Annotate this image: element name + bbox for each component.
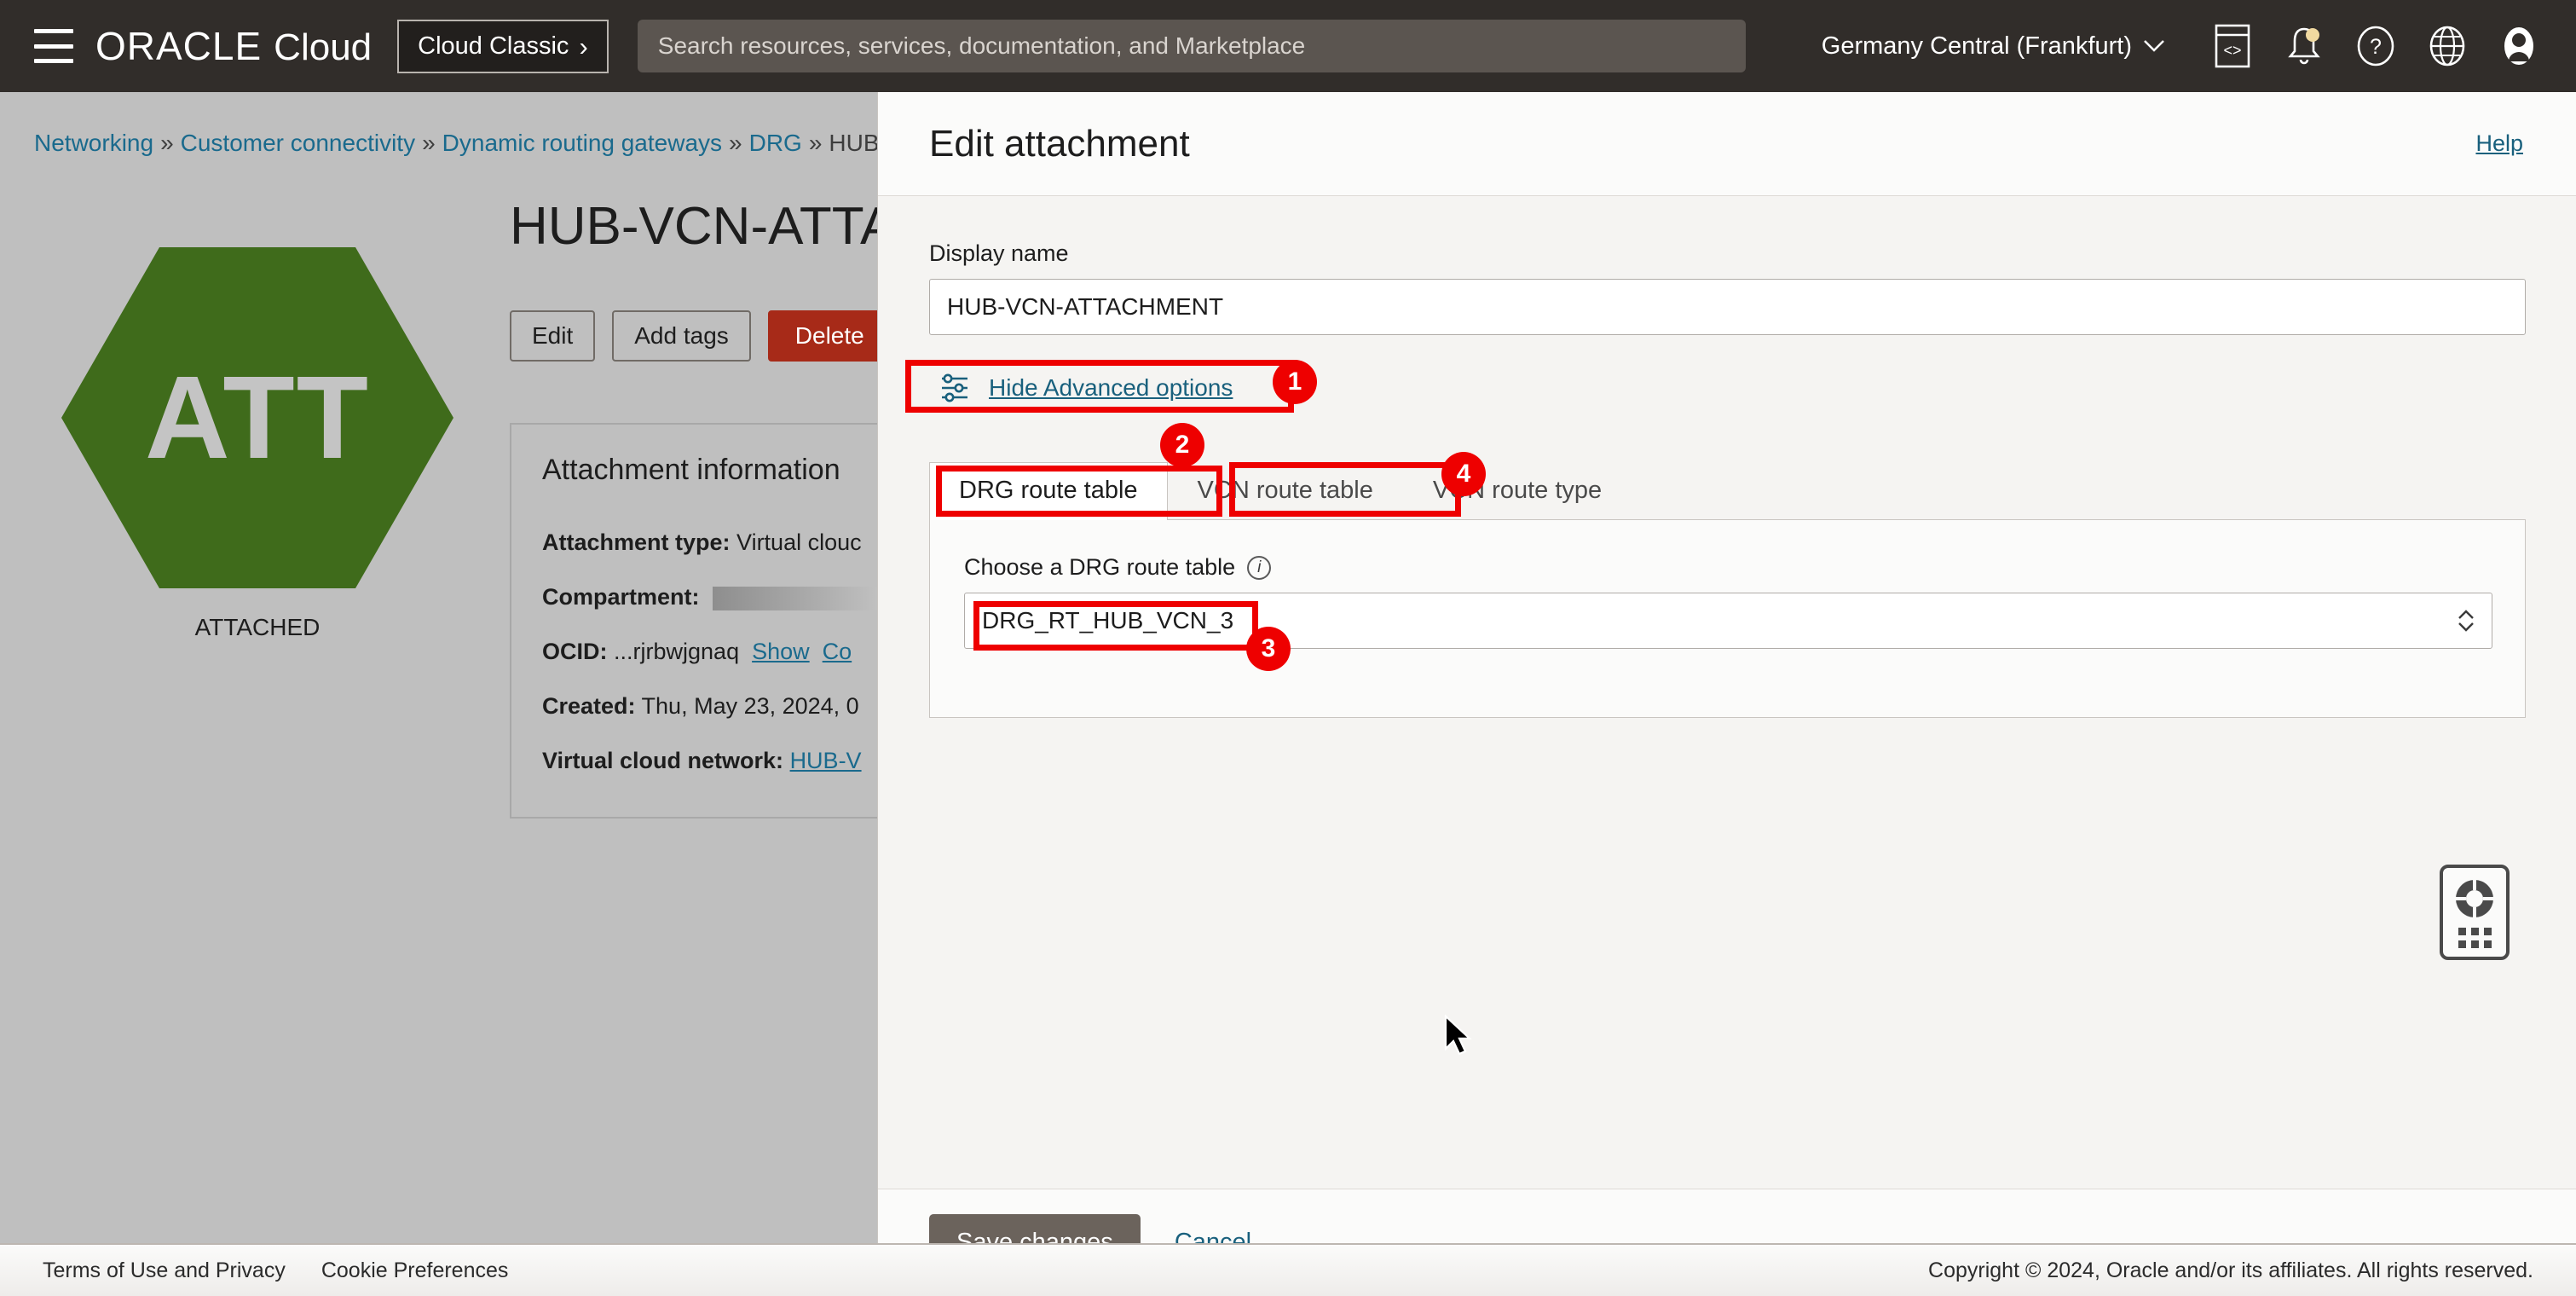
tab-drg-route-table[interactable]: DRG route table <box>929 462 1168 520</box>
display-name-label: Display name <box>929 240 1069 266</box>
panel-header: Edit attachment Help <box>878 92 2576 196</box>
terms-of-use-link[interactable]: Terms of Use and Privacy <box>43 1258 286 1283</box>
hexagon-icon: ATT <box>61 247 453 588</box>
info-value: Thu, May 23, 2024, 0 <box>641 693 859 719</box>
page-action-buttons: Edit Add tags Delete <box>510 310 892 362</box>
panel-title: Edit attachment <box>929 122 1190 165</box>
hamburger-menu-icon[interactable] <box>34 29 73 63</box>
breadcrumb-item-customer-connectivity[interactable]: Customer connectivity <box>181 130 415 156</box>
drag-handle-dots-icon[interactable] <box>2458 928 2492 948</box>
notifications-bell-icon[interactable] <box>2281 23 2327 69</box>
svg-text:<>: <> <box>2223 42 2241 59</box>
edit-attachment-panel: Edit attachment Help Display name Hide A… <box>877 92 2576 1296</box>
choose-label-text: Choose a DRG route table <box>964 554 1236 580</box>
search-placeholder-text: Search resources, services, documentatio… <box>657 32 1306 59</box>
edit-button[interactable]: Edit <box>510 310 596 362</box>
breadcrumb-separator: » <box>729 130 742 156</box>
choose-drg-route-table-label: Choose a DRG route table i <box>964 554 2491 581</box>
top-navigation-bar: ORACLE Cloud Cloud Classic › Search reso… <box>0 0 2576 92</box>
page-title: HUB-VCN-ATTAC <box>510 197 934 256</box>
info-label: Compartment: <box>542 584 700 610</box>
svg-text:?: ? <box>2370 35 2382 59</box>
drg-route-table-selected-value: DRG_RT_HUB_VCN_3 <box>982 607 1234 634</box>
drg-route-table-tab-panel: Choose a DRG route table i DRG_RT_HUB_VC… <box>929 520 2526 718</box>
region-selector[interactable]: Germany Central (Frankfurt) <box>1822 32 2165 61</box>
hexagon-label: ATT <box>144 351 370 483</box>
breadcrumb-item-current: HUB <box>829 130 880 156</box>
route-table-tabs: DRG route table VCN route table VCN rout… <box>929 461 2526 520</box>
cloud-classic-button[interactable]: Cloud Classic › <box>397 19 609 73</box>
info-label: Virtual cloud network: <box>542 748 784 773</box>
status-badge: ATTACHED <box>194 614 321 640</box>
breadcrumb-item-networking[interactable]: Networking <box>34 130 153 156</box>
tab-vcn-route-table[interactable]: VCN route table <box>1168 462 1403 520</box>
oracle-cloud-logo[interactable]: ORACLE Cloud <box>95 23 372 69</box>
breadcrumb-item-drg[interactable]: DRG <box>749 130 802 156</box>
info-value: Virtual clouc <box>736 529 862 555</box>
sliders-icon <box>942 373 967 402</box>
cookie-preferences-link[interactable]: Cookie Preferences <box>321 1258 509 1283</box>
delete-button[interactable]: Delete <box>767 310 892 362</box>
drg-route-table-select[interactable]: DRG_RT_HUB_VCN_3 <box>964 593 2492 649</box>
tab-vcn-route-type[interactable]: VCN route type <box>1403 462 1632 520</box>
region-label: Germany Central (Frankfurt) <box>1821 32 2132 60</box>
help-question-icon[interactable]: ? <box>2353 23 2399 69</box>
info-label: OCID: <box>542 639 608 664</box>
drg-route-table-select-wrapper: DRG_RT_HUB_VCN_3 <box>964 593 2492 649</box>
select-stepper-icon[interactable] <box>2455 608 2477 634</box>
cloud-shell-icon[interactable]: <> <box>2209 23 2255 69</box>
search-input[interactable]: Search resources, services, documentatio… <box>637 20 1746 72</box>
language-globe-icon[interactable] <box>2424 23 2470 69</box>
copy-ocid-link[interactable]: Co <box>823 639 852 664</box>
info-circle-icon[interactable]: i <box>1247 555 1272 580</box>
page-footer: Terms of Use and Privacy Cookie Preferen… <box>0 1243 2576 1296</box>
add-tags-button[interactable]: Add tags <box>612 310 751 362</box>
lifebuoy-icon <box>2456 880 2493 917</box>
info-label: Attachment type: <box>542 529 731 555</box>
support-widget[interactable] <box>2440 865 2510 960</box>
advanced-options-toggle[interactable]: Hide Advanced options <box>929 364 1241 412</box>
copyright-text: Copyright © 2024, Oracle and/or its affi… <box>1928 1258 2533 1282</box>
chevron-down-icon <box>2144 40 2164 52</box>
chevron-right-icon: › <box>579 31 588 61</box>
breadcrumb-item-dynamic-routing-gateways[interactable]: Dynamic routing gateways <box>442 130 722 156</box>
show-ocid-link[interactable]: Show <box>752 639 810 664</box>
top-nav-right-group: Germany Central (Frankfurt) <> ? <box>1822 23 2554 69</box>
breadcrumb-separator: » <box>808 130 823 156</box>
info-value: ...rjrbwjgnaq <box>614 639 740 664</box>
breadcrumb-separator: » <box>422 130 436 156</box>
advanced-options-label: Hide Advanced options <box>989 374 1233 401</box>
display-name-input[interactable] <box>929 279 2526 335</box>
oracle-wordmark: ORACLE <box>95 24 263 68</box>
cloud-classic-label: Cloud Classic <box>418 32 569 60</box>
help-link[interactable]: Help <box>2475 130 2523 157</box>
breadcrumb: Networking» Customer connectivity» Dynamic… <box>34 130 880 157</box>
panel-body: Display name Hide Advanced options DRG r… <box>878 196 2576 1189</box>
cloud-wordmark: Cloud <box>274 26 373 68</box>
info-label: Created: <box>542 693 636 719</box>
resource-status-badge: ATT ATTACHED <box>36 247 479 641</box>
user-avatar-icon[interactable] <box>2496 23 2542 69</box>
breadcrumb-separator: » <box>160 130 174 156</box>
vcn-link[interactable]: HUB-V <box>790 748 862 773</box>
